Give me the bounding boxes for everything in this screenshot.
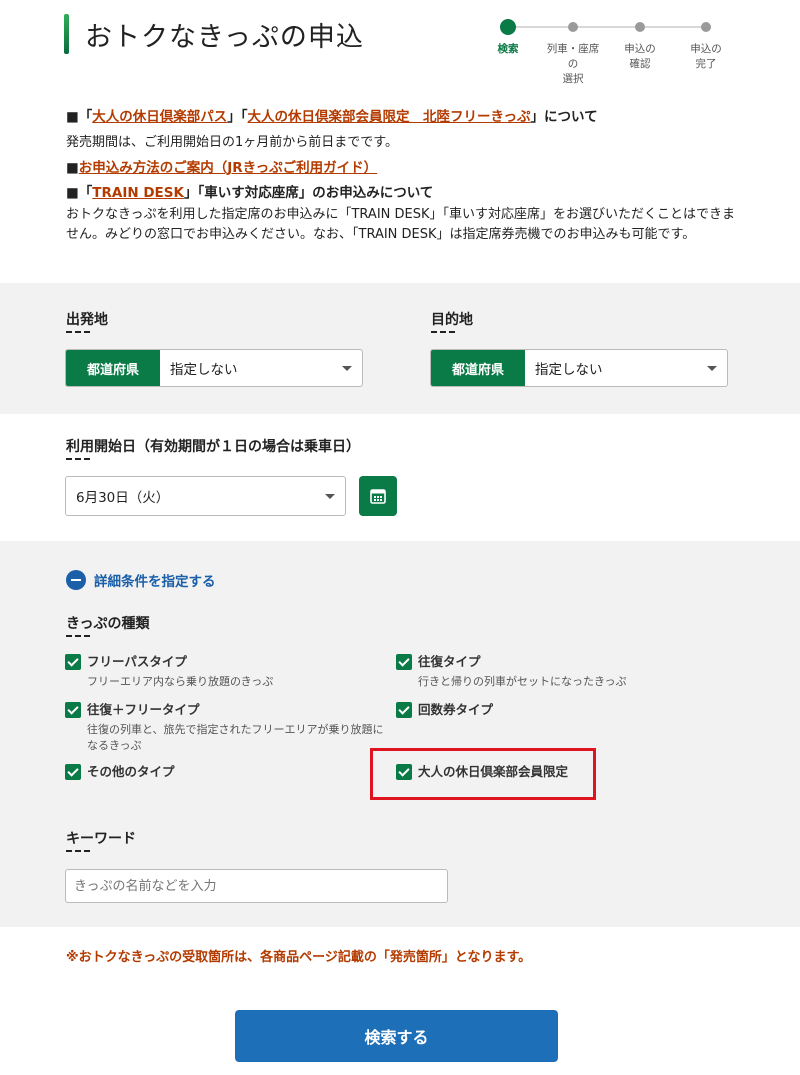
destination-select[interactable]: 都道府県 指定しない (430, 349, 728, 387)
destination-label: 目的地 (431, 309, 473, 333)
page-header: おトクなきっぷの申込 (64, 12, 364, 56)
title-accent-bar (64, 14, 69, 54)
chevron-down-icon (325, 494, 335, 499)
notice-text: ■「 (66, 185, 93, 201)
step-select: 列車・座席の 選択 (543, 17, 603, 87)
departure-value-text: 指定しない (170, 362, 238, 378)
step-dot (701, 22, 711, 32)
detail-toggle[interactable]: 詳細条件を指定する (66, 570, 216, 590)
step-confirm: 申込の 確認 (610, 17, 670, 72)
checkbox-free-pass[interactable]: フリーパスタイプ フリーエリア内なら乗り放題のきっぷ (65, 653, 385, 690)
step-dot-active (500, 19, 516, 35)
checkbox-other[interactable]: その他のタイプ (65, 763, 385, 781)
step-indicator: 検索 列車・座席の 選択 申込の 確認 申込の 完了 (486, 17, 746, 85)
notice-text: 」「車いす対応座席」のお申込みについて (183, 185, 434, 201)
train-desk-text: おトクなきっぷを利用した指定席のお申込みに「TRAIN DESK」「車いす対応座… (66, 207, 736, 242)
checkbox-round-trip[interactable]: 往復タイプ 行きと帰りの列車がセットになったきっぷ (396, 653, 726, 690)
checkbox-desc: 往復の列車と、旅先で指定されたフリーエリアが乗り放題になるきっぷ (87, 723, 384, 752)
ticket-types-label: きっぷの種類 (66, 613, 149, 637)
departure-pref-tag: 都道府県 (66, 350, 160, 386)
step-dot (635, 22, 645, 32)
calendar-button[interactable] (359, 476, 397, 516)
guide-link[interactable]: お申込み方法のご案内（JRきっぷご利用ガイド） (79, 160, 377, 176)
checkbox-desc: フリーエリア内なら乗り放題のきっぷ (87, 675, 274, 688)
date-label: 利用開始日（有効期間が１日の場合は乗車日） (66, 436, 360, 460)
step-dot (568, 22, 578, 32)
calendar-icon (370, 489, 386, 504)
checkbox-label: その他のタイプ (87, 764, 175, 779)
step-label: 検索 (497, 43, 519, 55)
checkbox-desc: 行きと帰りの列車がセットになったきっぷ (418, 675, 627, 688)
departure-value: 指定しない (160, 350, 362, 386)
notice-section: ■「大人の休日倶楽部パス」「大人の休日倶楽部会員限定 北陸フリーきっぷ」について… (66, 108, 746, 245)
checkbox-round-trip-free[interactable]: 往復＋フリータイプ 往復の列車と、旅先で指定されたフリーエリアが乗り放題になるき… (65, 701, 385, 754)
notice-text: ■ (66, 160, 79, 176)
departure-select[interactable]: 都道府県 指定しない (65, 349, 363, 387)
otona-pass-link[interactable]: 大人の休日倶楽部パス (92, 109, 227, 125)
checkbox-checked-icon (396, 654, 412, 670)
highlight-frame (370, 748, 596, 800)
location-section: 出発地 都道府県 指定しない 目的地 都道府県 指定しない (0, 283, 800, 414)
checkbox-label: フリーパスタイプ (87, 654, 187, 669)
step-label: 申込の 確認 (624, 43, 656, 70)
checkbox-label: 往復＋フリータイプ (87, 702, 200, 717)
checkbox-label: 往復タイプ (418, 654, 481, 669)
notice-text: 」「 (227, 109, 248, 125)
date-select[interactable]: 6月30日（火） (65, 476, 346, 516)
notice-heading-3: ■「TRAIN DESK」「車いす対応座席」のお申込みについて (66, 184, 746, 203)
checkbox-checked-icon (396, 702, 412, 718)
destination-pref-tag: 都道府県 (431, 350, 525, 386)
train-desk-link[interactable]: TRAIN DESK (92, 185, 184, 201)
detail-toggle-label: 詳細条件を指定する (94, 574, 216, 590)
destination-value-text: 指定しない (535, 362, 603, 378)
notice-text: 」について (530, 109, 598, 125)
keyword-label: キーワード (66, 828, 136, 852)
chevron-down-icon (342, 366, 352, 371)
keyword-input[interactable] (65, 869, 448, 903)
step-complete: 申込の 完了 (676, 17, 736, 72)
checkbox-checked-icon (65, 654, 81, 670)
search-button[interactable]: 検索する (235, 1010, 558, 1062)
pickup-warning: ※おトクなきっぷの受取箇所は、各商品ページ記載の「発売箇所」となります。 (66, 950, 532, 965)
checkbox-label: 回数券タイプ (418, 702, 494, 717)
hokuriku-free-link[interactable]: 大人の休日倶楽部会員限定 北陸フリーきっぷ (248, 109, 531, 125)
page-title: おトクなきっぷの申込 (85, 21, 364, 53)
sale-period-text: 発売期間は、ご利用開始日の1ヶ月前から前日までです。 (66, 135, 398, 150)
departure-label: 出発地 (66, 309, 108, 333)
destination-value: 指定しない (525, 350, 727, 386)
chevron-down-icon (707, 366, 717, 371)
step-label: 申込の 完了 (690, 43, 722, 70)
notice-heading-1: ■「大人の休日倶楽部パス」「大人の休日倶楽部会員限定 北陸フリーきっぷ」について (66, 108, 746, 127)
checkbox-checked-icon (65, 764, 81, 780)
notice-text: ■「 (66, 109, 93, 125)
checkbox-checked-icon (65, 702, 81, 718)
collapse-icon (66, 570, 86, 590)
date-value: 6月30日（火） (76, 490, 170, 506)
notice-heading-2: ■お申込み方法のご案内（JRきっぷご利用ガイド） (66, 159, 746, 178)
step-search: 検索 (478, 17, 538, 57)
step-label: 列車・座席の 選択 (546, 43, 600, 85)
checkbox-coupon[interactable]: 回数券タイプ (396, 701, 726, 719)
